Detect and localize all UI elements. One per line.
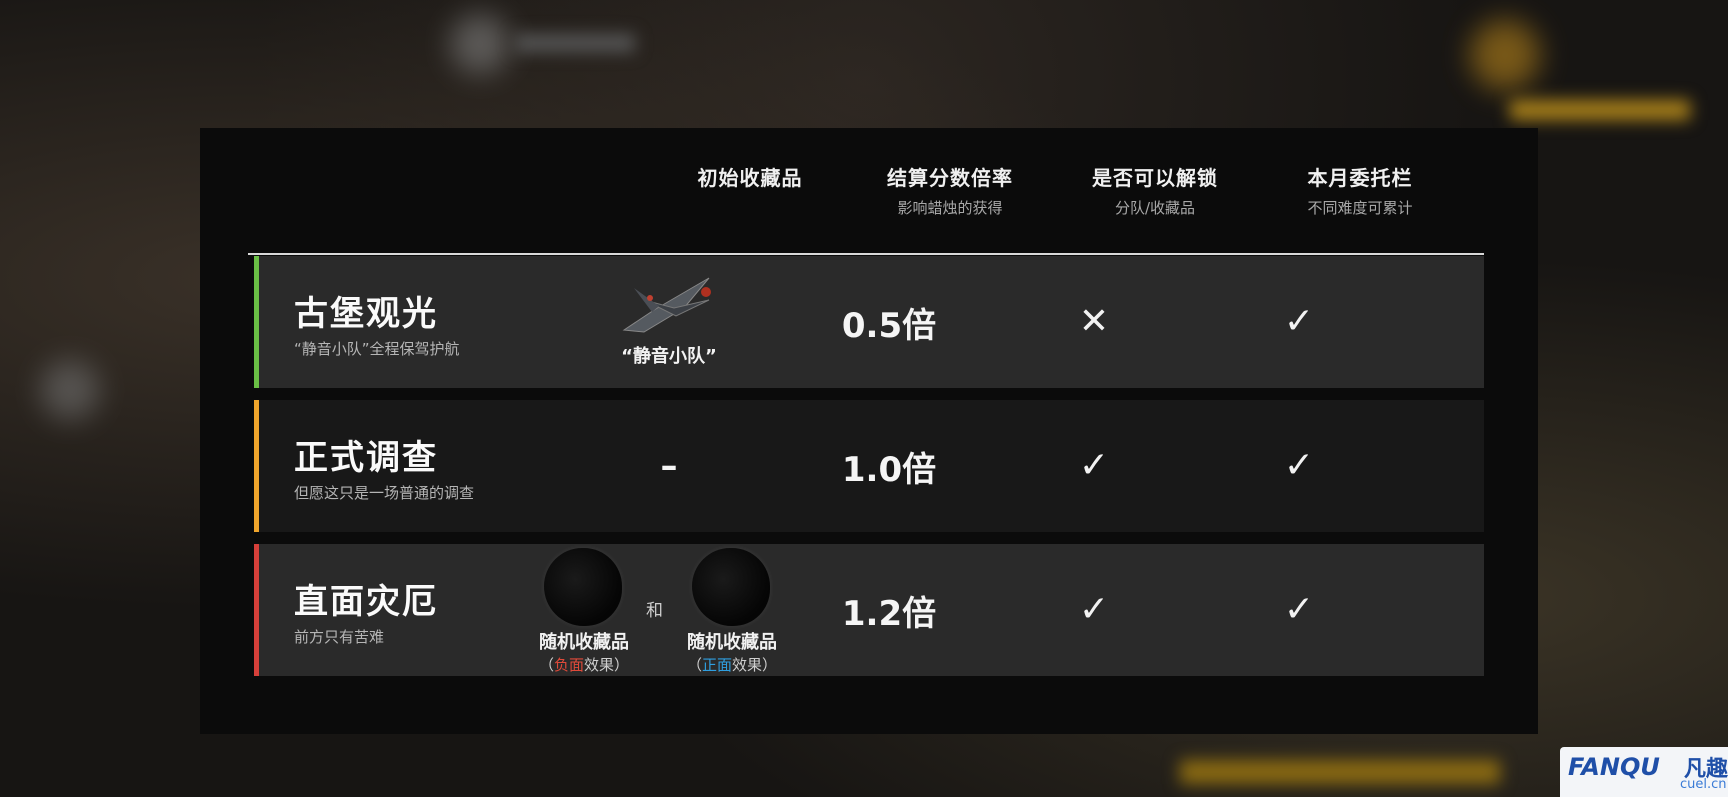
header-monthly-commission: 本月委托栏 不同难度可累计 — [1260, 162, 1460, 218]
game-screen: 初始收藏品 结算分数倍率 影响蜡烛的获得 是否可以解锁 分队/收藏品 本月委托栏… — [0, 0, 1728, 797]
commission-cell: ✓ — [1199, 544, 1399, 676]
and-conjunction: 和 — [646, 601, 663, 621]
header-subtitle: 影响蜡烛的获得 — [897, 199, 1003, 217]
background-blur — [1470, 20, 1540, 90]
commission-cell: ✓ — [1199, 400, 1399, 532]
difficulty-description: 前方只有苦难 — [294, 628, 385, 646]
header-title: 本月委托栏 — [1307, 166, 1413, 190]
check-icon: ✓ — [1283, 445, 1315, 486]
score-multiplier: 1.0倍 — [841, 449, 937, 490]
background-blur — [40, 360, 100, 420]
header-divider — [248, 253, 1484, 255]
header-title: 初始收藏品 — [697, 166, 803, 190]
check-icon: ✓ — [1283, 589, 1315, 630]
difficulty-row-face-disaster[interactable]: 直面灾厄 前方只有苦难 随机收藏品 （负面效果） 和 随机收藏品 （正面效果） … — [254, 544, 1484, 676]
effect-positive-word: 正面 — [701, 656, 732, 674]
difficulty-accent-green — [254, 256, 259, 388]
commission-cell: ✓ — [1199, 256, 1399, 388]
collectible-bag-icon — [692, 548, 770, 626]
check-icon: ✓ — [1283, 301, 1315, 342]
no-collectible-dash: – — [660, 446, 678, 486]
score-multiplier: 0.5倍 — [841, 305, 937, 346]
collectible-label: 随机收藏品 — [687, 632, 777, 653]
header-title: 结算分数倍率 — [887, 166, 1013, 190]
initial-collectible-cell: – — [569, 400, 769, 532]
header-subtitle: 分队/收藏品 — [1114, 199, 1196, 217]
collectible-random-negative: 随机收藏品 （负面效果） — [524, 548, 644, 675]
aircraft-icon — [622, 277, 711, 333]
watermark-domain: cuel.cn — [1680, 777, 1727, 792]
unlockable-cell: ✓ — [994, 544, 1194, 676]
difficulty-accent-orange — [254, 400, 259, 532]
collectible-bag-icon — [544, 548, 622, 626]
check-icon: ✓ — [1078, 589, 1110, 630]
difficulty-description: “静音小队”全程保驾护航 — [294, 340, 460, 358]
check-icon: ✓ — [1078, 445, 1110, 486]
table-header: 初始收藏品 结算分数倍率 影响蜡烛的获得 是否可以解锁 分队/收藏品 本月委托栏… — [200, 128, 1538, 253]
difficulty-row-formal-investigation[interactable]: 正式调查 但愿这只是一场普通的调查 – 1.0倍 ✓ ✓ — [254, 400, 1484, 532]
collectible-label: “静音小队” — [621, 346, 717, 367]
score-multiplier: 1.2倍 — [841, 593, 937, 634]
header-title: 是否可以解锁 — [1092, 166, 1218, 190]
difficulty-name: 正式调查 — [294, 438, 438, 478]
collectible-effect: （负面效果） — [538, 656, 630, 674]
watermark-logo: FANQU 凡趣 cuel.cn — [1560, 747, 1728, 797]
collectible-random-positive: 随机收藏品 （正面效果） — [672, 548, 792, 675]
difficulty-comparison-panel: 初始收藏品 结算分数倍率 影响蜡烛的获得 是否可以解锁 分队/收藏品 本月委托栏… — [200, 128, 1538, 734]
difficulty-name: 直面灾厄 — [294, 582, 438, 622]
difficulty-accent-red — [254, 544, 259, 676]
background-blur — [515, 34, 635, 52]
difficulty-name: 古堡观光 — [294, 294, 438, 334]
cross-icon: ✕ — [1078, 301, 1110, 342]
collectible-effect: （正面效果） — [686, 656, 778, 674]
difficulty-description: 但愿这只是一场普通的调查 — [294, 484, 475, 502]
effect-negative-word: 负面 — [553, 656, 584, 674]
unlockable-cell: ✓ — [994, 400, 1194, 532]
score-multiplier-cell: 0.5倍 — [789, 256, 989, 388]
background-blur — [1180, 760, 1500, 784]
header-unlockable: 是否可以解锁 分队/收藏品 — [1055, 162, 1255, 218]
background-blur — [450, 14, 510, 74]
header-initial-collectible: 初始收藏品 — [650, 162, 850, 197]
watermark-brand: FANQU — [1568, 753, 1660, 781]
unlockable-cell: ✕ — [994, 256, 1194, 388]
background-blur — [1510, 100, 1690, 120]
collectible-silent-squad: “静音小队” — [614, 270, 724, 368]
header-score-multiplier: 结算分数倍率 影响蜡烛的获得 — [850, 162, 1050, 218]
difficulty-row-sightseeing[interactable]: 古堡观光 “静音小队”全程保驾护航 “静音小队” 0.5倍 ✕ ✓ — [254, 256, 1484, 388]
header-subtitle: 不同难度可累计 — [1307, 199, 1413, 217]
score-multiplier-cell: 1.2倍 — [789, 544, 989, 676]
score-multiplier-cell: 1.0倍 — [789, 400, 989, 532]
collectible-label: 随机收藏品 — [539, 632, 629, 653]
